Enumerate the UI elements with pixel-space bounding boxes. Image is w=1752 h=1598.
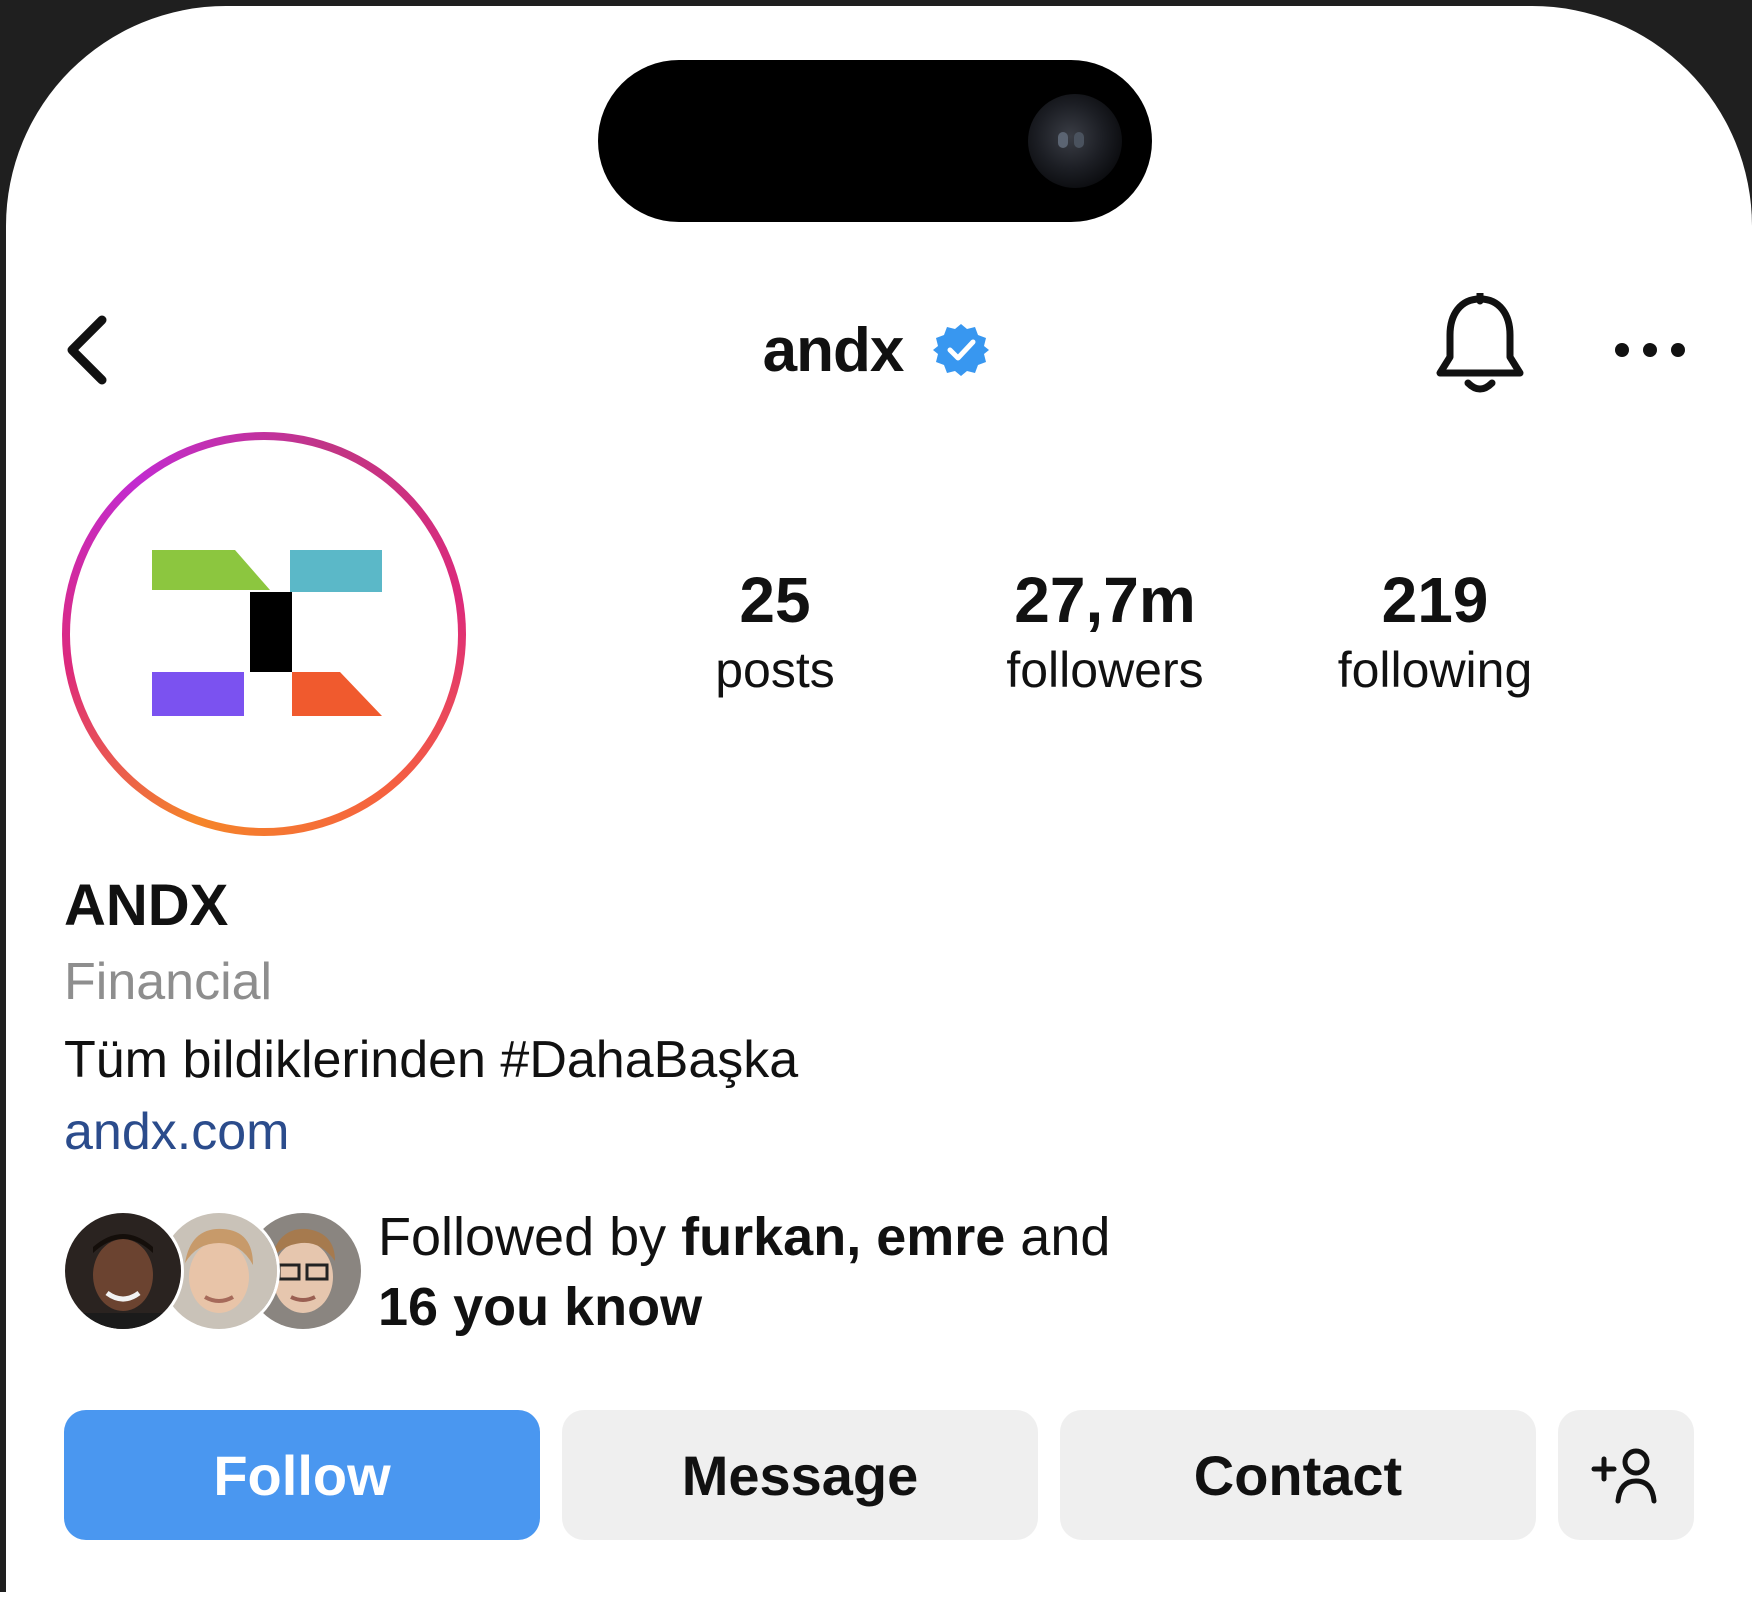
category-label: Financial — [64, 953, 273, 1011]
more-options-button[interactable] — [1600, 310, 1700, 390]
more-dot — [1671, 343, 1685, 357]
notifications-button[interactable] — [1430, 290, 1530, 400]
bell-icon — [1436, 293, 1524, 393]
avatar — [62, 1210, 184, 1332]
stat-following[interactable]: 219 following — [1285, 560, 1585, 700]
followed-rest: 16 you know — [378, 1277, 703, 1337]
following-label: following — [1337, 642, 1533, 698]
profile-header: andx — [0, 290, 1752, 410]
avatar-inner — [70, 440, 458, 828]
display-name: ANDX — [64, 873, 229, 938]
followers-count: 27,7m — [1014, 564, 1196, 636]
username-title: andx — [762, 315, 905, 385]
profile-avatar[interactable] — [62, 432, 466, 836]
followed-middle: and — [1005, 1207, 1111, 1267]
following-count: 219 — [1381, 564, 1489, 636]
posts-label: posts — [715, 642, 835, 698]
stat-followers[interactable]: 27,7m followers — [955, 560, 1255, 700]
camera-icon — [1028, 94, 1122, 188]
suggested-users-button[interactable] — [1558, 1410, 1694, 1540]
follow-button[interactable]: Follow — [64, 1410, 540, 1540]
person-avatar-icon — [65, 1213, 181, 1329]
verified-badge-icon — [933, 324, 990, 376]
followers-label: followers — [1006, 642, 1204, 698]
more-horizontal-icon — [1615, 343, 1629, 357]
add-person-icon — [1591, 1448, 1657, 1504]
followed-by-text[interactable]: Followed by furkan, emre and 16 you know — [378, 1202, 1278, 1342]
more-dot — [1643, 343, 1657, 357]
contact-button[interactable]: Contact — [1060, 1410, 1536, 1540]
dynamic-island — [598, 60, 1152, 222]
website-link[interactable]: andx.com — [64, 1102, 289, 1162]
followed-names: furkan, emre — [681, 1207, 1006, 1267]
message-button[interactable]: Message — [562, 1410, 1038, 1540]
followed-prefix: Followed by — [378, 1207, 682, 1267]
andx-logo-icon — [152, 550, 382, 716]
mutual-followers-avatars[interactable] — [62, 1210, 364, 1332]
posts-count: 25 — [739, 564, 811, 636]
bio-text: Tüm bildiklerinden #DahaBaşka — [64, 1031, 799, 1089]
stat-posts[interactable]: 25 posts — [625, 560, 925, 700]
